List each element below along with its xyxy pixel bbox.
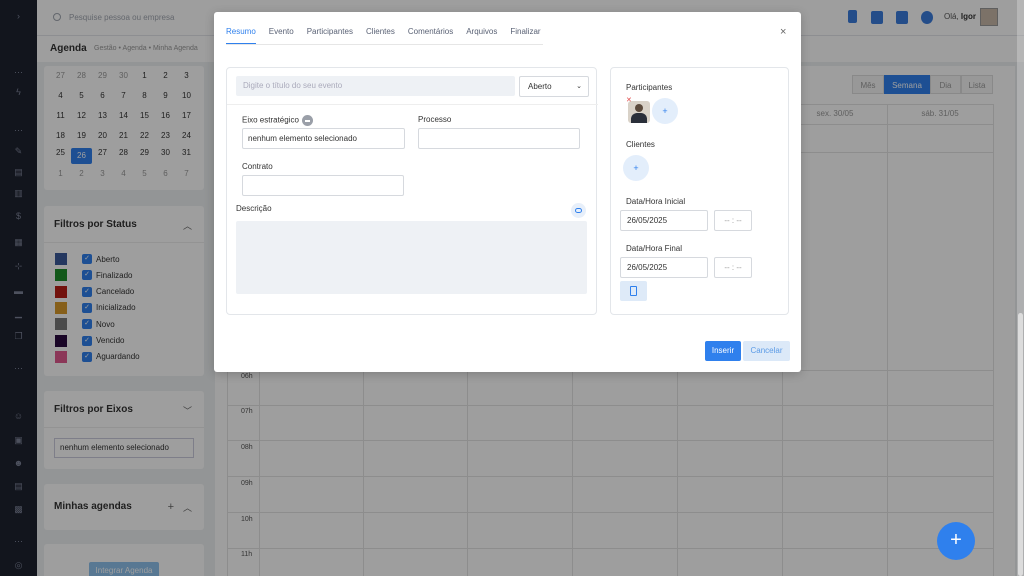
avatar-head	[635, 104, 643, 112]
tab-comentrios[interactable]: Comentários	[408, 27, 453, 44]
status-select-value: Aberto	[528, 82, 552, 91]
event-side-card: Participantes ✕ + Clientes + Data/Hora I…	[610, 67, 789, 315]
close-icon[interactable]: ×	[780, 26, 786, 38]
end-date-input[interactable]: 26/05/2025	[620, 257, 708, 278]
insert-button[interactable]: Inserir	[705, 341, 741, 361]
event-title-input[interactable]: Digite o título do seu evento	[236, 76, 515, 96]
robot-icon[interactable]	[571, 203, 586, 218]
descricao-label: Descrição	[236, 204, 272, 213]
contrato-label: Contrato	[242, 162, 273, 171]
end-time-input[interactable]: -- : --	[714, 257, 752, 278]
eixo-select[interactable]: nenhum elemento selecionado	[242, 128, 405, 149]
add-client-button[interactable]: +	[623, 155, 649, 181]
participantes-label: Participantes	[626, 83, 673, 92]
event-modal: Resumo Evento Participantes Clientes Comentá…	[214, 12, 801, 372]
eixo-label: Eixo estratégico	[242, 115, 313, 126]
divider	[227, 104, 598, 105]
cancel-button[interactable]: Cancelar	[743, 341, 790, 361]
remove-icon[interactable]	[301, 115, 313, 126]
avatar[interactable]	[628, 101, 650, 123]
description-textarea[interactable]	[236, 221, 587, 294]
data-final-label: Data/Hora Final	[626, 244, 683, 253]
tab-finalizar[interactable]: Finalizar	[510, 27, 540, 44]
data-inicial-label: Data/Hora Inicial	[626, 197, 686, 206]
tab-arquivos[interactable]: Arquivos	[466, 27, 497, 44]
add-participant-button[interactable]: +	[652, 98, 678, 124]
tab-evento[interactable]: Evento	[269, 27, 294, 44]
modal-tabs: Resumo Evento Participantes Clientes Comentá…	[226, 27, 554, 44]
contrato-field[interactable]	[242, 175, 404, 196]
tab-clientes[interactable]: Clientes	[366, 27, 395, 44]
tabs-divider	[226, 44, 543, 45]
tab-resumo[interactable]: Resumo	[226, 27, 256, 44]
status-select[interactable]: Aberto ⌄	[519, 76, 589, 97]
calculator-button[interactable]	[620, 281, 647, 301]
eixo-label-text: Eixo estratégico	[242, 115, 299, 125]
new-event-fab[interactable]: +	[937, 522, 975, 560]
processo-field[interactable]	[418, 128, 580, 149]
event-details-card: Digite o título do seu evento Aberto ⌄ E…	[226, 67, 598, 315]
page-scrollbar[interactable]	[1017, 0, 1024, 576]
remove-participant-icon[interactable]: ✕	[626, 97, 633, 104]
tab-participantes[interactable]: Participantes	[307, 27, 353, 44]
start-time-input[interactable]: -- : --	[714, 210, 752, 231]
start-date-input[interactable]: 26/05/2025	[620, 210, 708, 231]
chevron-down-icon: ⌄	[576, 83, 582, 90]
processo-label: Processo	[418, 115, 452, 124]
clientes-label: Clientes	[626, 140, 655, 149]
scrollbar-thumb[interactable]	[1018, 313, 1023, 576]
avatar-body	[631, 113, 647, 123]
